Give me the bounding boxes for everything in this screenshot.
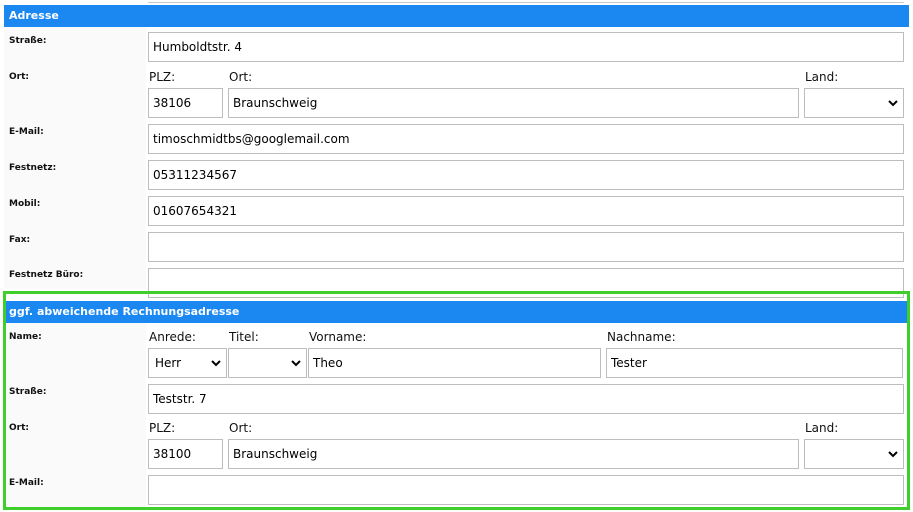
billing-land-label: Land: bbox=[805, 421, 839, 435]
email-input[interactable]: timoschmidtbs@googlemail.com bbox=[148, 124, 904, 154]
billing-street-input[interactable]: Teststr. 7 bbox=[148, 384, 904, 414]
anrede-select-value: Herr bbox=[155, 356, 182, 370]
plz-input[interactable]: 38106 bbox=[148, 88, 223, 118]
anrede-label: Anrede: bbox=[149, 330, 196, 344]
email-label: E-Mail: bbox=[9, 127, 44, 137]
chevron-down-icon bbox=[211, 360, 221, 367]
land-label: Land: bbox=[805, 70, 839, 84]
address-label-column bbox=[4, 27, 146, 289]
chevron-down-icon bbox=[291, 360, 301, 367]
street-label: Straße: bbox=[9, 36, 47, 46]
ort-input[interactable]: Braunschweig bbox=[228, 88, 799, 118]
billing-plz-label: PLZ: bbox=[149, 421, 176, 435]
mobile-label: Mobil: bbox=[9, 199, 41, 209]
titel-label: Titel: bbox=[229, 330, 259, 344]
anrede-select[interactable]: Herr bbox=[148, 348, 227, 378]
previous-field-border bbox=[148, 0, 904, 3]
fax-input[interactable] bbox=[148, 232, 904, 262]
billing-email-label: E-Mail: bbox=[9, 478, 44, 488]
billing-ort-input[interactable]: Braunschweig bbox=[228, 439, 799, 469]
office-landline-input[interactable] bbox=[148, 268, 904, 298]
billing-street-label: Straße: bbox=[9, 387, 47, 397]
billing-plz-input[interactable]: 38100 bbox=[148, 439, 223, 469]
city-label: Ort: bbox=[9, 72, 29, 82]
plz-label: PLZ: bbox=[149, 70, 176, 84]
billing-land-select[interactable] bbox=[804, 439, 904, 469]
chevron-down-icon bbox=[888, 100, 898, 107]
office-landline-label: Festnetz Büro: bbox=[9, 270, 84, 280]
vorname-input[interactable]: Theo bbox=[308, 348, 601, 378]
titel-select[interactable] bbox=[228, 348, 307, 378]
address-section-header: Adresse bbox=[4, 5, 909, 27]
vorname-label: Vorname: bbox=[309, 330, 367, 344]
nachname-input[interactable]: Tester bbox=[606, 348, 903, 378]
billing-email-input[interactable] bbox=[148, 475, 904, 505]
billing-name-label: Name: bbox=[9, 332, 42, 342]
billing-city-label: Ort: bbox=[9, 423, 29, 433]
land-select[interactable] bbox=[804, 88, 904, 118]
billing-ort-label: Ort: bbox=[229, 421, 253, 435]
fax-label: Fax: bbox=[9, 235, 31, 245]
mobile-input[interactable]: 01607654321 bbox=[148, 196, 904, 226]
landline-label: Festnetz: bbox=[9, 163, 57, 173]
street-input[interactable]: Humboldtstr. 4 bbox=[148, 32, 904, 62]
nachname-label: Nachname: bbox=[607, 330, 676, 344]
ort-label: Ort: bbox=[229, 70, 253, 84]
billing-section-header: ggf. abweichende Rechnungsadresse bbox=[4, 301, 909, 323]
chevron-down-icon bbox=[888, 451, 898, 458]
landline-input[interactable]: 05311234567 bbox=[148, 160, 904, 190]
